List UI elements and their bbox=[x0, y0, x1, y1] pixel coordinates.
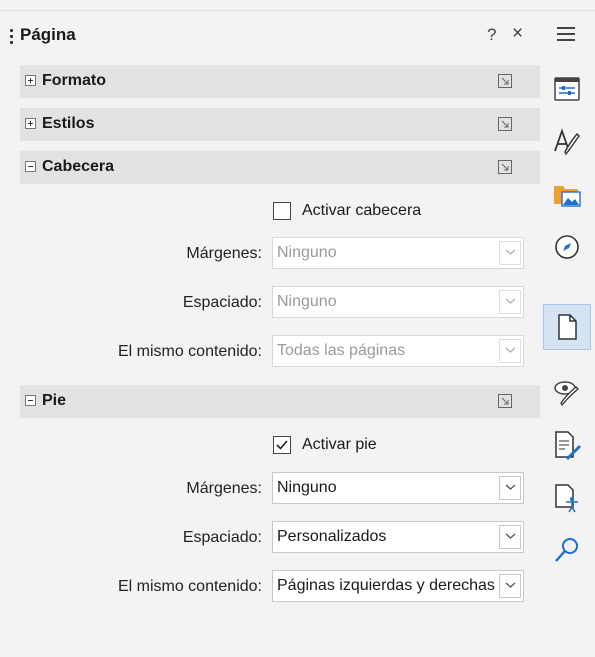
checkmark-icon bbox=[276, 440, 288, 450]
footer-spacing-select[interactable]: Personalizados bbox=[272, 521, 524, 553]
tab-gallery[interactable] bbox=[543, 171, 591, 217]
sidebar-deck-page: Página ? × Formato Estilos Cabecera Acti… bbox=[0, 11, 540, 657]
select-value: Ninguno bbox=[277, 293, 337, 310]
tab-styles[interactable] bbox=[543, 119, 591, 165]
find-icon bbox=[555, 538, 578, 562]
header-margins-select[interactable]: Ninguno bbox=[272, 237, 524, 269]
section-cabecera-header[interactable]: Cabecera bbox=[20, 151, 540, 184]
select-value: Personalizados bbox=[277, 528, 387, 545]
select-value: Páginas izquierdas y derechas bbox=[277, 577, 495, 594]
section-label: Pie bbox=[42, 392, 67, 409]
dropdown-button[interactable] bbox=[499, 339, 521, 363]
collapse-icon[interactable] bbox=[25, 395, 36, 406]
tab-properties[interactable] bbox=[543, 66, 591, 112]
expand-icon[interactable] bbox=[25, 118, 36, 129]
deck-title: Página bbox=[20, 25, 76, 44]
dropdown-button[interactable] bbox=[499, 241, 521, 265]
section-formato-header[interactable]: Formato bbox=[20, 65, 540, 98]
tab-navigator[interactable] bbox=[543, 224, 591, 270]
help-button[interactable]: ? bbox=[487, 25, 496, 45]
select-value: Todas las páginas bbox=[277, 342, 406, 359]
style-inspector-icon bbox=[554, 381, 579, 407]
more-options-icon[interactable] bbox=[498, 394, 512, 408]
section-estilos-header[interactable]: Estilos bbox=[20, 108, 540, 141]
styles-icon bbox=[554, 128, 580, 156]
section-label: Estilos bbox=[42, 115, 95, 132]
collapse-icon[interactable] bbox=[25, 161, 36, 172]
expand-icon[interactable] bbox=[25, 75, 36, 86]
chevron-down-icon bbox=[505, 484, 516, 490]
close-button[interactable]: × bbox=[512, 23, 523, 45]
deck-titlebar: Página ? × bbox=[0, 11, 540, 59]
grip-icon[interactable] bbox=[10, 29, 13, 45]
page-icon bbox=[558, 314, 577, 340]
footer-enable-checkbox[interactable] bbox=[273, 436, 291, 454]
chevron-down-icon bbox=[505, 533, 516, 539]
chevron-down-icon bbox=[505, 582, 516, 588]
tab-style-inspector[interactable] bbox=[543, 369, 591, 415]
dropdown-button[interactable] bbox=[499, 476, 521, 500]
chevron-down-icon bbox=[505, 249, 516, 255]
more-options-icon[interactable] bbox=[498, 160, 512, 174]
more-options-icon[interactable] bbox=[498, 74, 512, 88]
sidebar-tabbar bbox=[540, 11, 595, 657]
footer-same-content-select[interactable]: Páginas izquierdas y derechas bbox=[272, 570, 524, 602]
footer-same-content-label: El mismo contenido: bbox=[117, 578, 262, 595]
footer-margins-label: Márgenes: bbox=[186, 480, 262, 497]
section-label: Cabecera bbox=[42, 158, 115, 175]
dropdown-button[interactable] bbox=[499, 290, 521, 314]
more-options-icon[interactable] bbox=[498, 117, 512, 131]
section-label: Formato bbox=[42, 72, 106, 89]
footer-enable-label[interactable]: Activar pie bbox=[302, 436, 377, 454]
tab-manage-changes[interactable] bbox=[543, 422, 591, 468]
tab-page[interactable] bbox=[543, 304, 591, 350]
tab-accessibility-check[interactable] bbox=[543, 475, 591, 521]
navigator-icon bbox=[555, 235, 579, 259]
manage-changes-icon bbox=[555, 431, 581, 460]
chevron-down-icon bbox=[505, 298, 516, 304]
header-spacing-label: Espaciado: bbox=[182, 294, 262, 311]
header-same-content-select[interactable]: Todas las páginas bbox=[272, 335, 524, 367]
gallery-icon bbox=[554, 186, 581, 207]
menu-icon[interactable] bbox=[557, 27, 575, 45]
dropdown-button[interactable] bbox=[499, 574, 521, 598]
top-border bbox=[0, 0, 595, 11]
section-pie-header[interactable]: Pie bbox=[20, 385, 540, 418]
footer-margins-select[interactable]: Ninguno bbox=[272, 472, 524, 504]
header-enable-label[interactable]: Activar cabecera bbox=[302, 202, 421, 220]
select-value: Ninguno bbox=[277, 479, 337, 496]
header-enable-checkbox[interactable] bbox=[273, 202, 291, 220]
accessibility-check-icon bbox=[555, 484, 578, 513]
select-value: Ninguno bbox=[277, 244, 337, 261]
header-margins-label: Márgenes: bbox=[186, 245, 262, 262]
header-same-content-label: El mismo contenido: bbox=[117, 343, 262, 360]
dropdown-button[interactable] bbox=[499, 525, 521, 549]
chevron-down-icon bbox=[505, 347, 516, 353]
tab-find[interactable] bbox=[543, 527, 591, 573]
footer-spacing-label: Espaciado: bbox=[182, 529, 262, 546]
header-spacing-select[interactable]: Ninguno bbox=[272, 286, 524, 318]
properties-icon bbox=[554, 77, 580, 101]
